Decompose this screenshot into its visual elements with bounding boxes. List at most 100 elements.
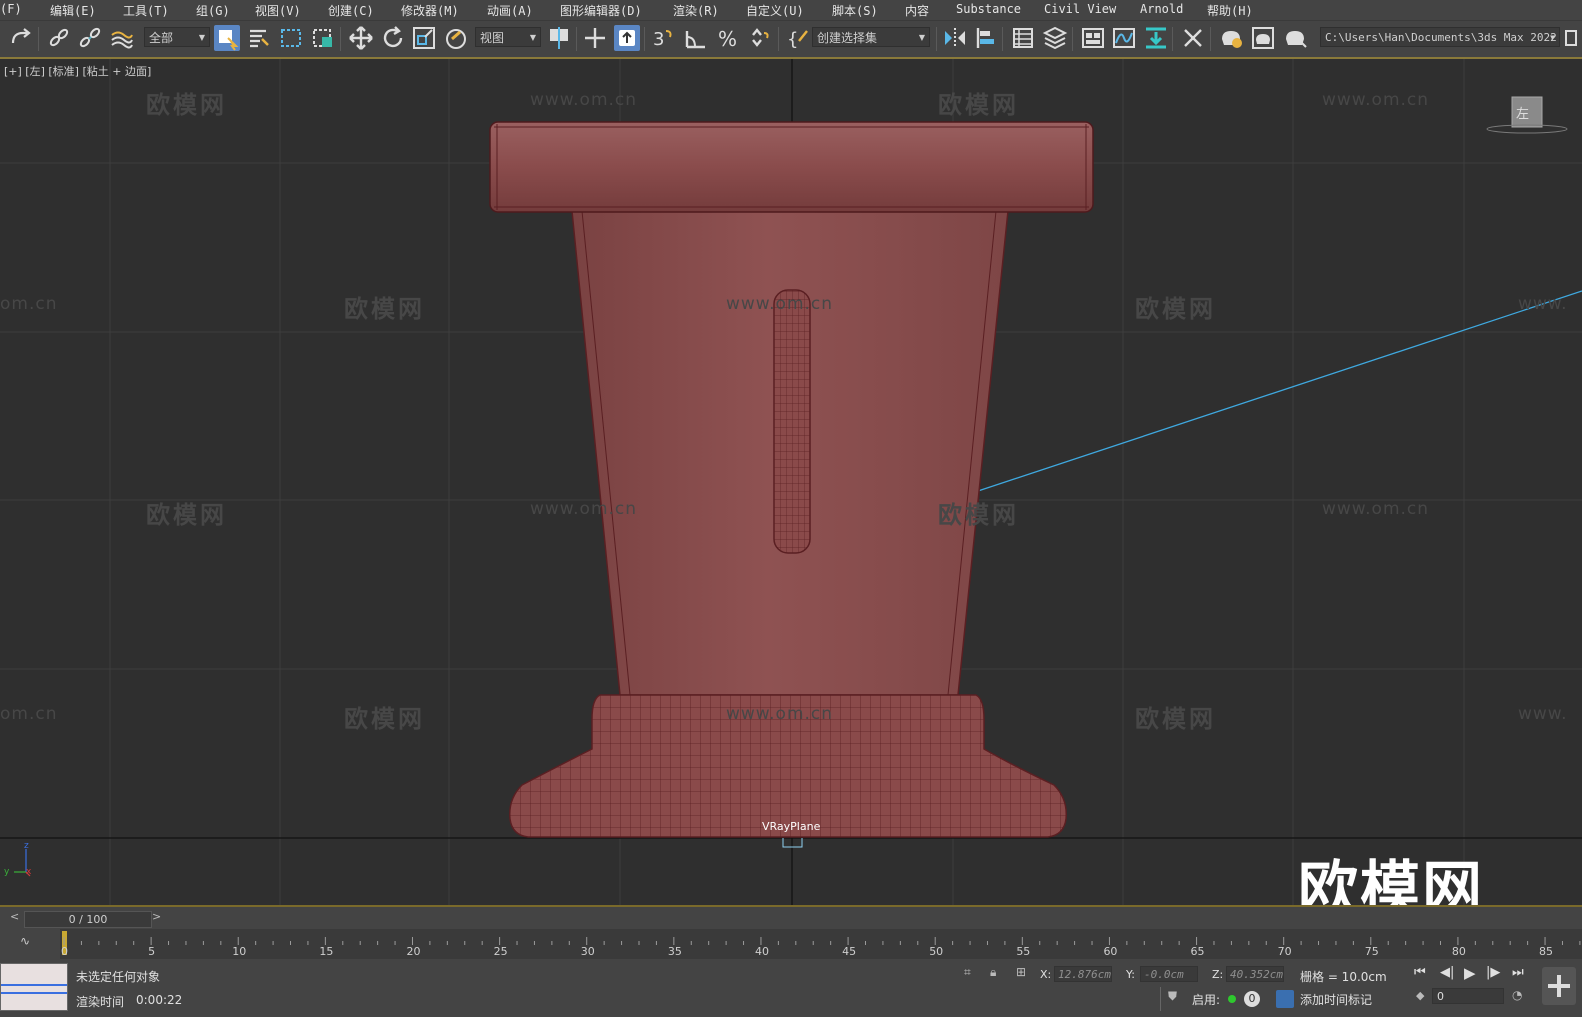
pivot-center-icon[interactable] — [546, 25, 572, 51]
reference-coordinate-dropdown[interactable]: 视图 ▼ — [475, 27, 541, 47]
track-bar[interactable] — [60, 929, 1582, 959]
x-coord-field[interactable]: 12.876cm — [1054, 966, 1112, 982]
menu-content[interactable]: 内容 — [905, 2, 929, 19]
bind-space-warp-icon[interactable] — [108, 25, 134, 51]
rectangular-selection-icon[interactable] — [278, 25, 304, 51]
watermark-fragment: om.cn — [0, 704, 58, 724]
z-coord-field[interactable]: 40.352cm — [1226, 966, 1284, 982]
timeline-tick-label: 5 — [148, 945, 156, 958]
previous-frame-icon[interactable]: ◀︎| — [1440, 965, 1454, 980]
material-editor-icon[interactable] — [1180, 25, 1206, 51]
svg-text:%: % — [718, 27, 737, 51]
viewport-label[interactable]: [+] [左] [标准] [粘土 + 边面] — [4, 63, 151, 79]
isolate-selection-icon[interactable]: ⌗ — [964, 965, 971, 980]
watermark-site: www.om.cn — [726, 704, 834, 724]
link-icon[interactable] — [46, 25, 72, 51]
add-time-tag[interactable]: 添加时间标记 — [1300, 991, 1372, 1008]
menu-customize[interactable]: 自定义(U) — [746, 2, 804, 19]
move-icon[interactable] — [348, 25, 374, 51]
adaptive-degradation-icon[interactable]: ⛊ — [1168, 989, 1177, 1004]
lock-selection-icon[interactable]: 🔒︎ — [990, 965, 996, 980]
time-tag-icon[interactable] — [1276, 990, 1294, 1008]
named-selection-set-dropdown[interactable]: 创建选择集 ▼ — [812, 27, 930, 47]
rendered-frame-window-icon[interactable] — [1250, 25, 1276, 51]
menu-tools[interactable]: 工具(T) — [123, 2, 169, 19]
maxscript-listener-preview[interactable] — [0, 963, 68, 1011]
menu-help[interactable]: 帮助(H) — [1207, 2, 1253, 19]
menu-arnold[interactable]: Arnold — [1140, 2, 1183, 16]
brand-logo: 欧模网 — [1298, 855, 1484, 905]
timeline-tick-label: 45 — [842, 945, 857, 958]
viewport-left[interactable]: [+] [左] [标准] [粘土 + 边面] 左 VRayPlane z y x… — [0, 59, 1582, 905]
snap-label: 3 — [653, 29, 664, 50]
menu-animation[interactable]: 动画(A) — [487, 2, 533, 19]
menu-graph-editors[interactable]: 图形编辑器(D) — [560, 2, 642, 19]
rotate-icon[interactable] — [380, 25, 406, 51]
scale-icon[interactable] — [411, 25, 437, 51]
spinner-snap-icon[interactable] — [747, 25, 773, 51]
scene-explorer-icon[interactable] — [1010, 25, 1036, 51]
menu-civil-view[interactable]: Civil View — [1044, 2, 1116, 16]
go-to-end-icon[interactable]: ⏭ — [1512, 965, 1524, 980]
snaps-toggle-icon[interactable]: 3 — [650, 25, 676, 51]
go-to-start-icon[interactable]: ⏮ — [1414, 965, 1426, 980]
play-icon[interactable]: ▶︎ — [1464, 964, 1476, 982]
time-next-button[interactable]: > — [152, 910, 161, 923]
timeline-tick-label: 60 — [1103, 945, 1118, 958]
time-prev-button[interactable]: < — [10, 910, 19, 923]
unlink-icon[interactable] — [77, 25, 103, 51]
watermark-brand: 欧模网 — [344, 295, 425, 323]
viewcube-face-label[interactable]: 左 — [1516, 103, 1529, 122]
keyboard-shortcut-override-icon[interactable] — [614, 25, 640, 51]
curve-editor-mini-icon[interactable]: ∿ — [20, 934, 30, 948]
schematic-view-icon[interactable] — [1143, 25, 1169, 51]
align-icon[interactable] — [972, 25, 998, 51]
time-slider[interactable]: 0 / 100 — [24, 911, 152, 928]
select-manipulate-icon[interactable] — [582, 25, 608, 51]
timeline-tick-label: 30 — [580, 945, 595, 958]
render-production-icon[interactable] — [1282, 25, 1308, 51]
menu-scripting[interactable]: 脚本(S) — [832, 2, 878, 19]
project-folder-icon[interactable] — [1563, 25, 1579, 51]
menu-views[interactable]: 视图(V) — [255, 2, 301, 19]
key-mode-icon[interactable]: ◆ — [1416, 989, 1424, 1002]
watermark-site: www.om.cn — [1322, 499, 1430, 519]
selection-filter-dropdown[interactable]: 全部 ▼ — [144, 27, 210, 47]
timeline-tick-label: 15 — [319, 945, 334, 958]
menu-file[interactable]: (F) — [0, 2, 22, 16]
stool-seat — [489, 121, 1094, 213]
menu-edit[interactable]: 编辑(E) — [50, 2, 96, 19]
menu-modifiers[interactable]: 修改器(M) — [401, 2, 459, 19]
edit-named-selection-icon[interactable]: { — [785, 25, 811, 51]
stool-handle-slot — [773, 289, 811, 554]
timeline-tick-label: 10 — [232, 945, 247, 958]
layer-explorer-icon[interactable] — [1042, 25, 1068, 51]
toggle-ribbon-icon[interactable] — [1080, 25, 1106, 51]
timeline-tick-label: 75 — [1364, 945, 1379, 958]
select-by-name-icon[interactable] — [246, 25, 272, 51]
next-frame-icon[interactable]: |▶︎ — [1486, 965, 1500, 980]
menu-group[interactable]: 组(G) — [196, 2, 230, 19]
redo-icon[interactable] — [8, 25, 34, 51]
place-icon[interactable] — [443, 25, 469, 51]
timeline-tick-label: 70 — [1277, 945, 1292, 958]
render-setup-icon[interactable] — [1218, 25, 1244, 51]
grid-size-display: 栅格 = 10.0cm — [1300, 970, 1387, 984]
enable-count[interactable]: 0 — [1244, 991, 1260, 1007]
mirror-icon[interactable] — [942, 25, 968, 51]
zoom-extents-icon[interactable] — [1542, 967, 1576, 1005]
time-config-icon[interactable]: ◔ — [1512, 988, 1522, 1002]
menu-rendering[interactable]: 渲染(R) — [673, 2, 719, 19]
menu-create[interactable]: 创建(C) — [328, 2, 374, 19]
curve-editor-icon[interactable] — [1111, 25, 1137, 51]
angle-snap-icon[interactable] — [683, 25, 709, 51]
menu-substance[interactable]: Substance — [956, 2, 1021, 16]
y-coord-field[interactable]: -0.0cm — [1140, 966, 1198, 982]
absolute-mode-icon[interactable]: ⊞ — [1016, 965, 1026, 979]
window-crossing-icon[interactable] — [310, 25, 336, 51]
project-path-dropdown[interactable]: C:\Users\Han\Documents\3ds Max 2022 ▼ — [1320, 27, 1560, 47]
percent-snap-icon[interactable]: % — [715, 25, 741, 51]
current-frame-field[interactable]: 0 — [1432, 988, 1504, 1004]
select-object-icon[interactable] — [214, 25, 240, 51]
timeline-tick-label: 0 — [61, 945, 68, 958]
